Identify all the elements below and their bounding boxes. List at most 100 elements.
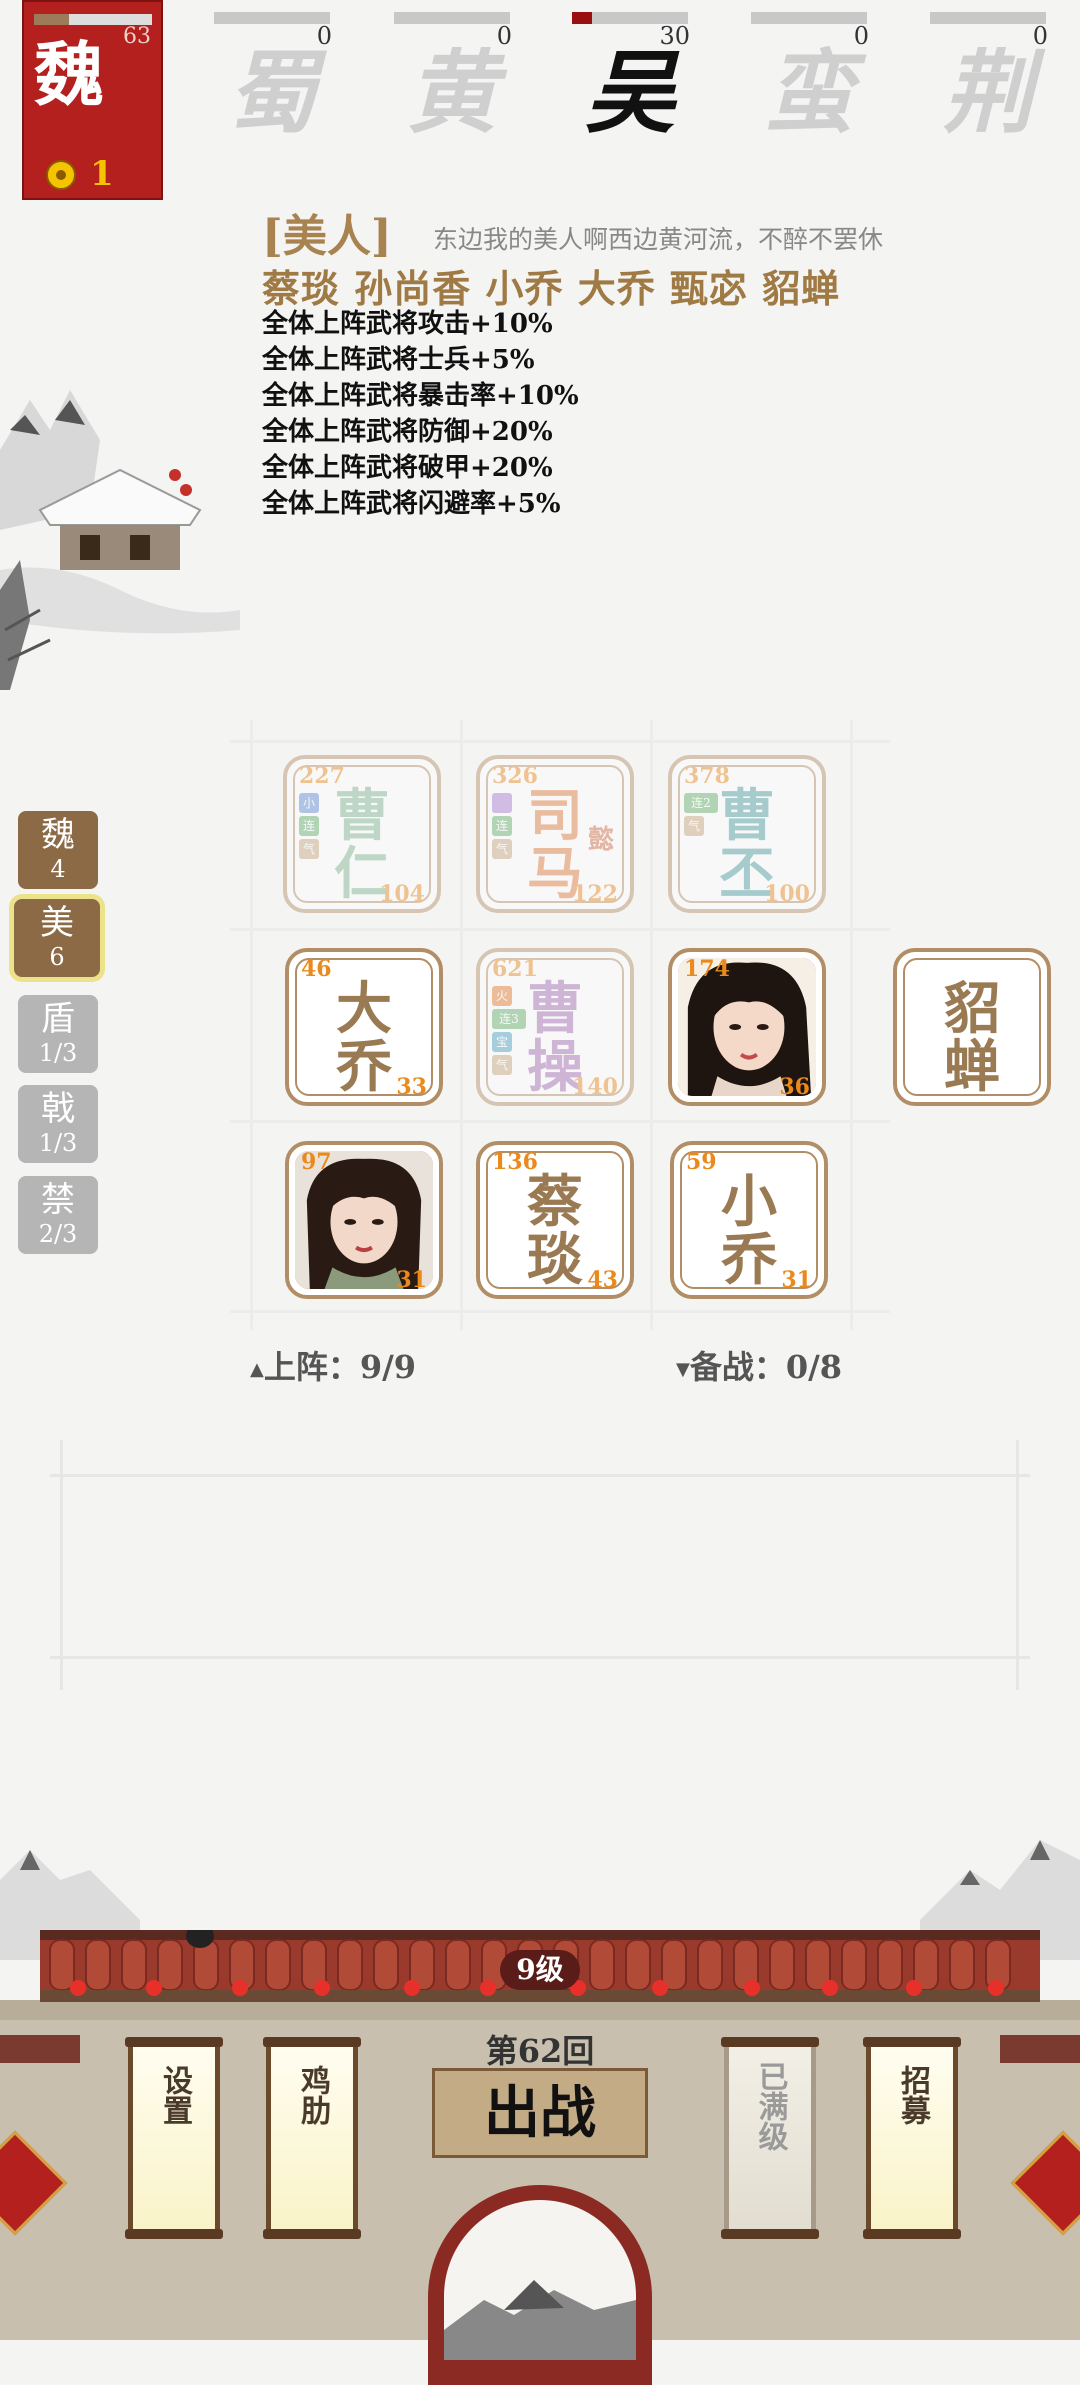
bond-effect: 全体上阵武将闪避率+5% <box>262 489 561 519</box>
tab-count: 4 <box>50 855 66 883</box>
recruit-label: 招募 <box>895 2065 930 2125</box>
grid-line <box>460 720 463 1330</box>
faction-wu[interactable]: 30 吴 <box>570 0 690 150</box>
reserve-slots[interactable] <box>62 1477 1016 1656</box>
grid-line <box>230 1120 890 1123</box>
general-card-caopi[interactable]: 378 连2 气 曹丕 100 <box>668 755 826 913</box>
faction-name: 蛮 <box>764 40 854 146</box>
general-card-simayi[interactable]: 326 连 气 司马 懿 122 <box>476 755 634 913</box>
tab-shield[interactable]: 盾 1/3 <box>18 995 98 1073</box>
bond-members: 蔡琰 孙尚香 小乔 大乔 甄宓 貂蝉 <box>262 266 841 311</box>
tab-label: 美 <box>40 903 74 943</box>
bond-effect: 全体上阵武将士兵+5% <box>262 345 535 375</box>
general-card-caoren[interactable]: 227 小 连 气 曹仁 104 <box>283 755 441 913</box>
grid-line <box>230 740 890 743</box>
player-level: 63 <box>123 24 151 49</box>
coin-count: 1 <box>90 154 114 194</box>
tab-label: 禁 <box>41 1180 75 1220</box>
tab-count: 2/3 <box>38 1220 78 1248</box>
bond-effect: 全体上阵武将攻击+10% <box>262 309 553 339</box>
round-counter: 第62回 <box>485 2032 595 2070</box>
faction-huang[interactable]: 0 黄 <box>392 0 512 150</box>
bond-quote: 东边我的美人啊西边黄河流，不醉不罢休 <box>433 225 884 254</box>
tab-count: 1/3 <box>38 1039 78 1067</box>
card-level: 43 <box>587 1267 618 1293</box>
bond-header: [美人] <box>262 200 392 264</box>
faction-count: 0 <box>316 22 332 50</box>
faction-name: 吴 <box>585 40 675 146</box>
faction-progress-bar <box>394 12 510 24</box>
card-level: 122 <box>572 881 618 907</box>
assist-label: 鸡肋 <box>295 2065 330 2125</box>
snow-landscape-painting <box>0 390 240 690</box>
faction-shu[interactable]: 0 蜀 <box>212 0 332 150</box>
tab-beauty[interactable]: 美 6 <box>14 899 100 977</box>
card-power: 46 <box>301 956 332 982</box>
tab-count: 6 <box>49 943 65 971</box>
card-power: 97 <box>301 1149 332 1175</box>
faction-name: 黄 <box>407 40 497 146</box>
side-roof-right <box>1000 2035 1080 2063</box>
tab-guard[interactable]: 禁 2/3 <box>18 1176 98 1254</box>
bond-effect: 全体上阵武将暴击率+10% <box>262 381 579 411</box>
triangle-up-icon: ▲ <box>250 1359 264 1380</box>
faction-man[interactable]: 0 蛮 <box>749 0 869 150</box>
deployed-count: ▲上阵：9/9 <box>250 1348 417 1386</box>
faction-count: 0 <box>1032 22 1048 50</box>
general-card-caocao[interactable]: 621 火 连3 宝 气 曹操 140 <box>476 948 634 1106</box>
tab-wei[interactable]: 魏 4 <box>18 811 98 889</box>
faction-count: 0 <box>853 22 869 50</box>
general-card-portrait-1[interactable]: 174 36 <box>668 948 826 1106</box>
grid-line <box>850 720 853 1330</box>
faction-jing[interactable]: 0 荆 <box>928 0 1048 150</box>
faction-count: 0 <box>496 22 512 50</box>
settings-label: 设置 <box>157 2065 192 2125</box>
bond-effect: 全体上阵武将防御+20% <box>262 417 553 447</box>
max-level-label: 已满级 <box>752 2061 788 2151</box>
card-level: 36 <box>779 1074 810 1100</box>
grid-line <box>250 720 253 1330</box>
reserve-area-border <box>1016 1440 1019 1690</box>
card-level: 104 <box>379 881 425 907</box>
assist-button[interactable]: 鸡肋 <box>263 2037 361 2239</box>
faction-name: 荆 <box>943 40 1033 146</box>
faction-progress-bar <box>930 12 1046 24</box>
general-card-xiaoqiao[interactable]: 59 小乔 31 <box>670 1141 828 1299</box>
general-card-diaochan[interactable]: 貂蝉 <box>893 948 1051 1106</box>
faction-progress-bar <box>751 12 867 24</box>
card-level: 31 <box>396 1267 427 1293</box>
card-level: 100 <box>764 881 810 907</box>
bond-title: [美人] <box>262 211 392 262</box>
reserve-area-border <box>50 1656 1030 1659</box>
card-name-extra: 懿 <box>587 825 614 855</box>
grid-line <box>650 720 653 1330</box>
tab-halberd[interactable]: 戟 1/3 <box>18 1085 98 1163</box>
battle-button[interactable]: 出战 <box>432 2068 648 2158</box>
faction-name: 蜀 <box>227 40 317 146</box>
tab-label: 盾 <box>41 999 75 1039</box>
tab-count: 1/3 <box>38 1129 78 1157</box>
reserve-count: ▼备战：0/8 <box>676 1348 843 1386</box>
general-card-portrait-2[interactable]: 97 31 <box>285 1141 443 1299</box>
recruit-button[interactable]: 招募 <box>863 2037 961 2239</box>
settings-button[interactable]: 设置 <box>125 2037 223 2239</box>
triangle-down-icon: ▼ <box>676 1359 690 1380</box>
coin-icon <box>46 160 76 190</box>
max-level-button[interactable]: 已满级 <box>721 2037 819 2239</box>
card-name: 貂蝉 <box>944 976 1000 1100</box>
faction-progress-bar <box>214 12 330 24</box>
card-level: 33 <box>396 1074 427 1100</box>
grid-line <box>230 928 890 931</box>
card-power: 59 <box>686 1149 717 1175</box>
card-power: 174 <box>684 956 730 982</box>
general-card-caiyan[interactable]: 136 蔡琰 43 <box>476 1141 634 1299</box>
general-card-daqiao[interactable]: 46 大乔 33 <box>285 948 443 1106</box>
tab-label: 魏 <box>41 815 75 855</box>
faction-progress-fill <box>572 12 592 24</box>
player-hp-fill <box>34 14 70 25</box>
tab-label: 戟 <box>41 1089 75 1129</box>
card-level: 31 <box>781 1267 812 1293</box>
side-roof-left <box>0 2035 80 2063</box>
player-faction-card[interactable]: 63 魏 1 <box>22 0 163 200</box>
card-level: 140 <box>572 1074 618 1100</box>
